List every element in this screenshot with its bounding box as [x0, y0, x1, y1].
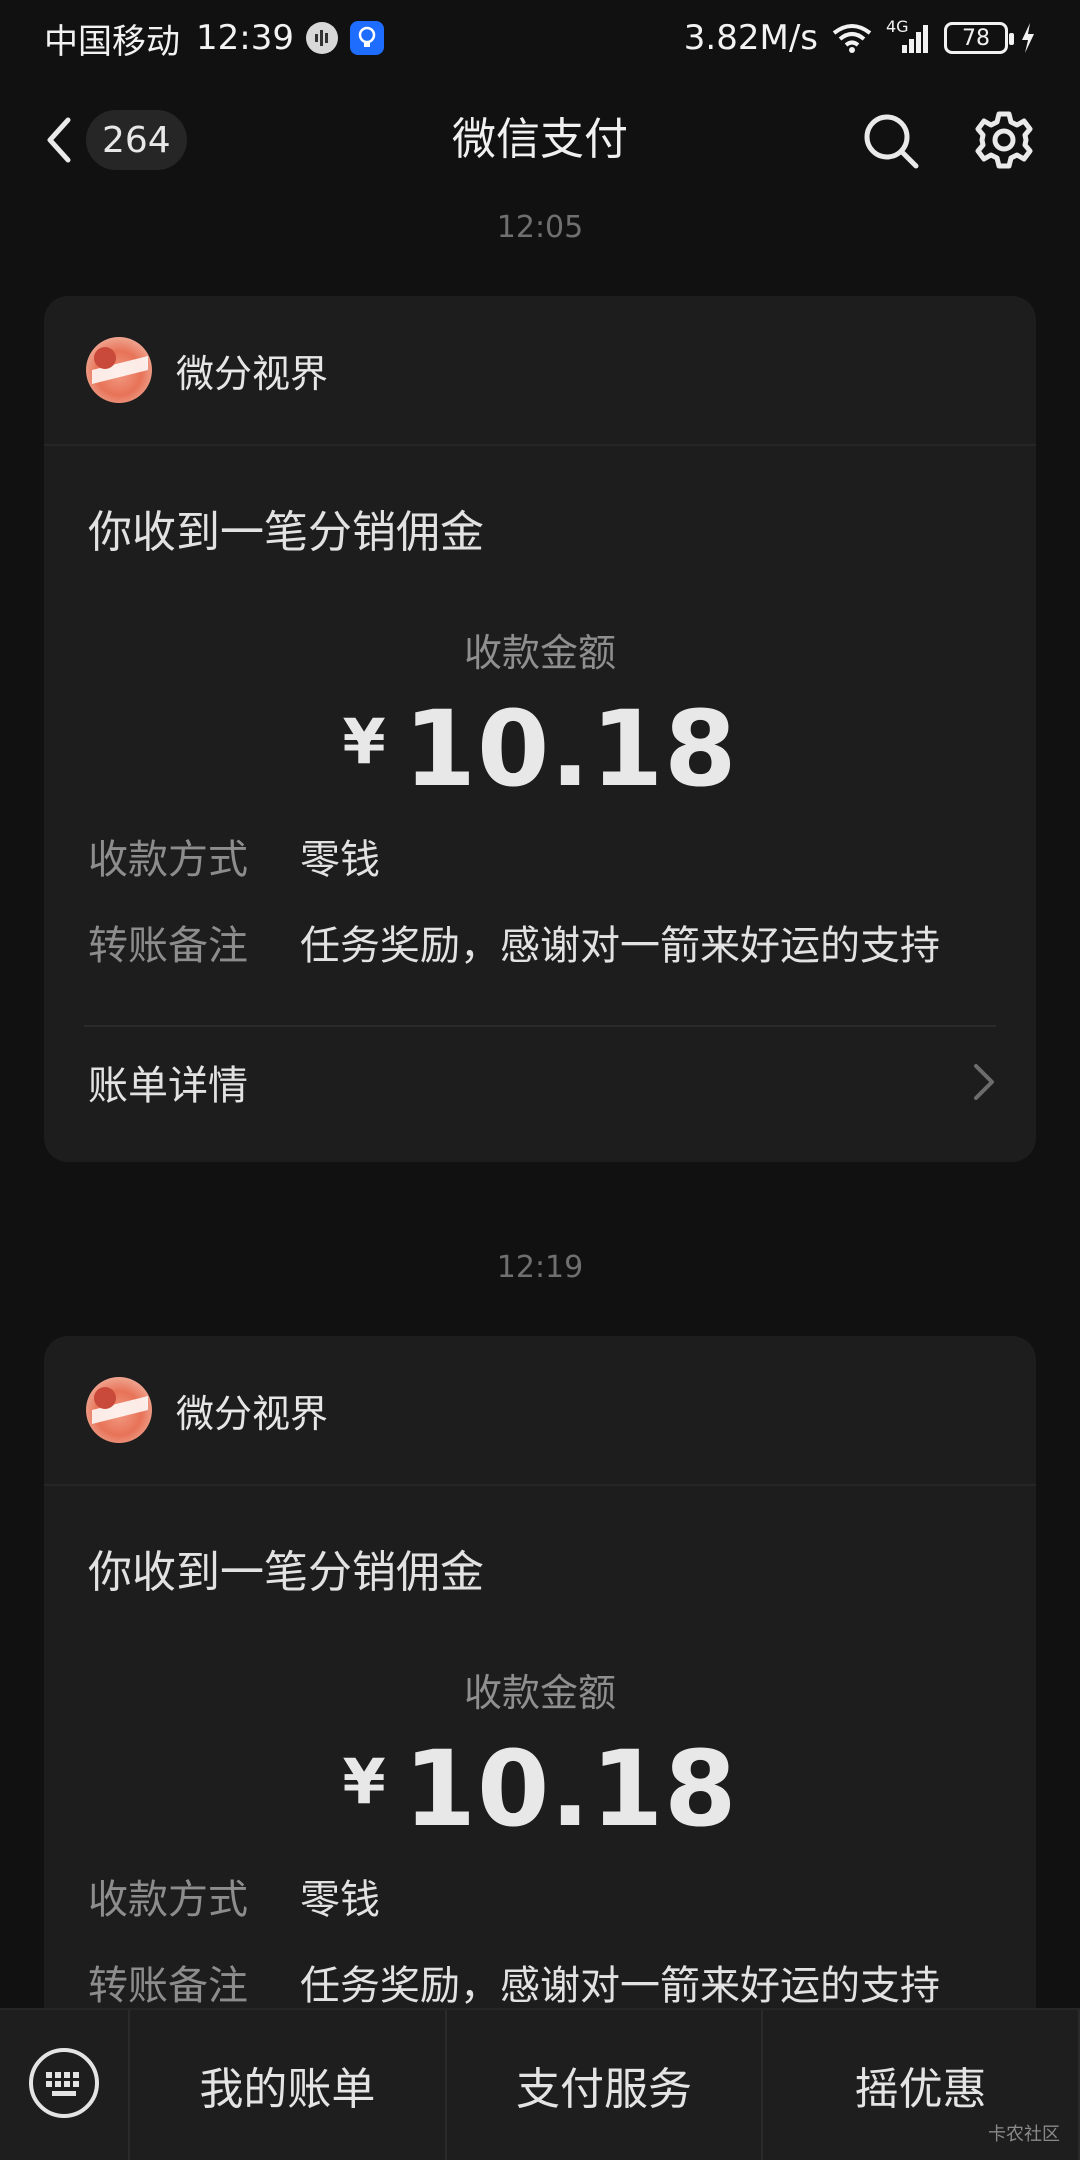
status-bar-left: 中国移动 12:39 [44, 14, 384, 63]
carrier-name: 中国移动 [44, 21, 180, 62]
voice-assistant-icon [305, 22, 338, 54]
currency-symbol: ¥ [342, 1745, 386, 1818]
card-header[interactable]: 微分视界 [44, 1336, 1036, 1486]
transfer-note-label: 转账备注 [88, 923, 248, 969]
merchant-avatar[interactable] [86, 1377, 152, 1443]
bill-detail-label: 账单详情 [88, 1063, 248, 1109]
gear-icon[interactable] [972, 108, 1036, 172]
amount-label: 收款金额 [463, 631, 616, 675]
transfer-note-label: 转账备注 [88, 1963, 248, 2009]
payment-notification-card[interactable]: 微分视界 你收到一笔分销佣金 收款金额 ¥ 10.18 收款方式 零钱 转账备注… [44, 296, 1036, 1162]
transfer-note-value: 任务奖励，感谢对一箭来好运的支持 [300, 1963, 940, 2009]
merchant-avatar[interactable] [86, 337, 152, 403]
nav-bar: 264 微信支付 [0, 90, 1080, 190]
amount-display: ¥ 10.18 [44, 697, 1036, 807]
signal-type: 4G [886, 17, 909, 36]
merchant-name[interactable]: 微分视界 [176, 1383, 328, 1438]
amount-value: 10.18 [403, 1728, 738, 1850]
bottom-menu-bar: 我的账单 支付服务 摇优惠 卡农社区 [0, 2008, 1080, 2160]
bill-detail-link[interactable]: 账单详情 [44, 1027, 1036, 1137]
message-timestamp: 12:19 [496, 1250, 584, 1285]
currency-symbol: ¥ [342, 705, 386, 778]
status-bar-right: 3.82M/s 4G 78 [683, 17, 1036, 58]
merchant-name[interactable]: 微分视界 [176, 343, 328, 398]
cellular-signal-icon: 4G [886, 17, 932, 55]
search-icon[interactable] [860, 110, 922, 172]
network-speed: 3.82M/s [683, 18, 818, 58]
card-header[interactable]: 微分视界 [44, 296, 1036, 446]
status-bar: 中国移动 12:39 3.82M/s 4G 78 [0, 0, 1080, 76]
battery-level: 78 [962, 25, 990, 51]
menu-payment-services[interactable]: 支付服务 [447, 2010, 764, 2160]
menu-my-bills[interactable]: 我的账单 [130, 2010, 447, 2160]
amount-display: ¥ 10.18 [44, 1737, 1036, 1847]
amount-value: 10.18 [403, 688, 738, 810]
keyboard-icon [27, 2046, 101, 2124]
payment-method-label: 收款方式 [88, 837, 248, 883]
payment-method-value: 零钱 [300, 837, 380, 883]
transfer-note-row: 转账备注 任务奖励，感谢对一箭来好运的支持 [44, 899, 1036, 985]
payment-method-label: 收款方式 [88, 1877, 248, 1923]
watermark: 卡农社区 [988, 2124, 1060, 2145]
message-timestamp: 12:05 [496, 210, 584, 245]
notification-title: 你收到一笔分销佣金 [88, 507, 484, 558]
charging-icon [1020, 23, 1036, 53]
notification-title: 你收到一笔分销佣金 [88, 1547, 484, 1598]
screen: 中国移动 12:39 3.82M/s 4G 78 264 微信支付 12:05 … [0, 0, 1080, 2160]
lightbulb-icon [349, 21, 384, 55]
transfer-note-value: 任务奖励，感谢对一箭来好运的支持 [300, 923, 940, 969]
payment-method-value: 零钱 [300, 1877, 380, 1923]
payment-method-row: 收款方式 零钱 [44, 1853, 1036, 1939]
keyboard-toggle-button[interactable] [0, 2010, 130, 2160]
amount-label: 收款金额 [463, 1671, 616, 1715]
wifi-icon [830, 21, 874, 55]
battery-icon: 78 [944, 22, 1014, 54]
payment-method-row: 收款方式 零钱 [44, 813, 1036, 899]
clock: 12:39 [196, 18, 294, 58]
chevron-right-icon [972, 1062, 996, 1102]
